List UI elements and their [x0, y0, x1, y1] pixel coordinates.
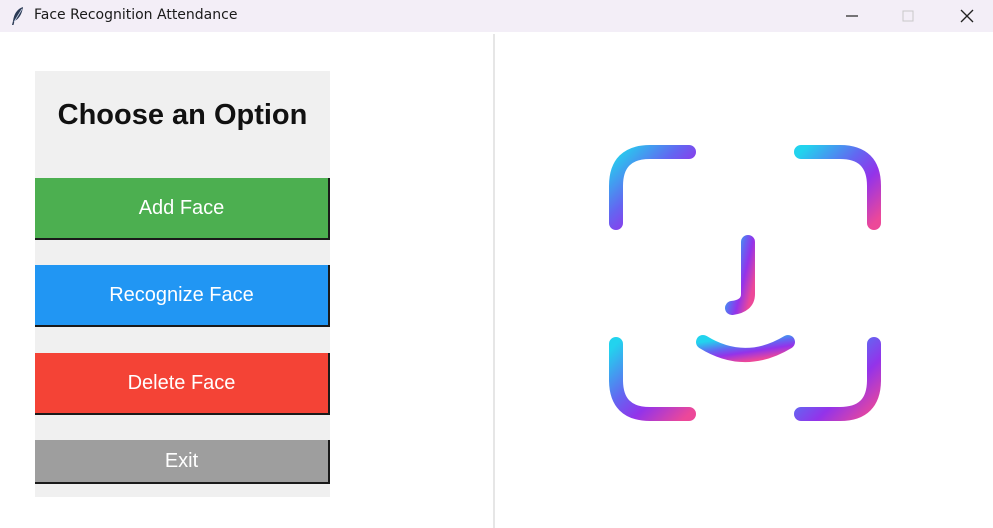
divider — [493, 34, 495, 528]
feather-icon — [10, 6, 26, 26]
minimize-icon — [846, 15, 858, 17]
maximize-button[interactable] — [885, 0, 931, 32]
face-id-icon — [609, 145, 881, 421]
panel-title: Choose an Option — [57, 99, 308, 131]
maximize-icon — [902, 10, 914, 22]
recognize-face-button[interactable]: Recognize Face — [35, 265, 330, 327]
delete-face-button[interactable]: Delete Face — [35, 353, 330, 415]
title-bar: Face Recognition Attendance — [0, 0, 993, 32]
minimize-button[interactable] — [829, 0, 875, 32]
options-panel: Choose an Option Add Face Recognize Face… — [35, 71, 330, 497]
close-button[interactable] — [944, 0, 990, 32]
close-icon — [960, 9, 974, 23]
main-area: Choose an Option Add Face Recognize Face… — [0, 32, 993, 528]
add-face-button[interactable]: Add Face — [35, 178, 330, 240]
window-title: Face Recognition Attendance — [34, 7, 238, 23]
exit-button[interactable]: Exit — [35, 440, 330, 484]
